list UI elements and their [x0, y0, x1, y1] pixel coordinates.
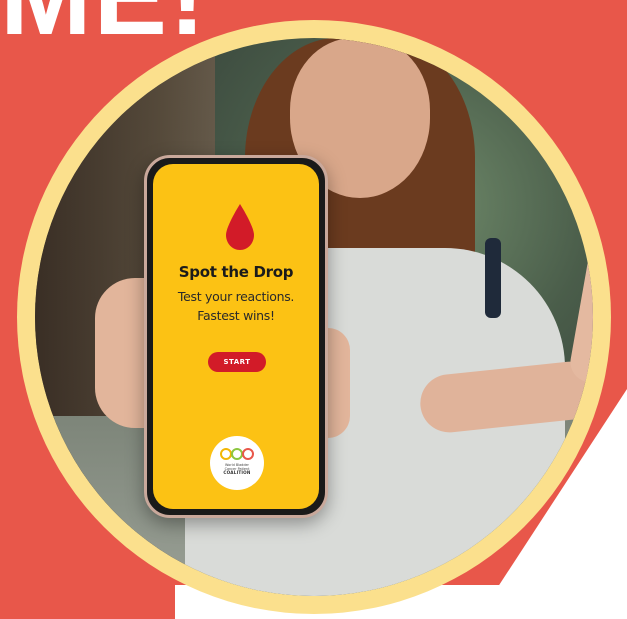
coalition-logo: World Bladder Cancer Patient COALITION	[210, 436, 264, 490]
app-subtitle: Test your reactions. Fastest wins!	[153, 287, 319, 325]
bag-strap	[485, 238, 501, 318]
logo-text: World Bladder Cancer Patient COALITION	[210, 463, 264, 476]
app-screen: Spot the Drop Test your reactions. Faste…	[153, 164, 319, 509]
logo-line3: COALITION	[223, 470, 251, 476]
app-title: Spot the Drop	[178, 263, 294, 281]
phone-device: Spot the Drop Test your reactions. Faste…	[144, 155, 328, 518]
start-button[interactable]: START	[208, 352, 266, 372]
app-subtitle-line1: Test your reactions.	[177, 289, 295, 304]
blood-drop-icon	[226, 204, 254, 250]
logo-circles-icon	[220, 448, 254, 460]
app-subtitle-line2: Fastest wins!	[197, 308, 275, 323]
raised-finger	[567, 230, 593, 386]
